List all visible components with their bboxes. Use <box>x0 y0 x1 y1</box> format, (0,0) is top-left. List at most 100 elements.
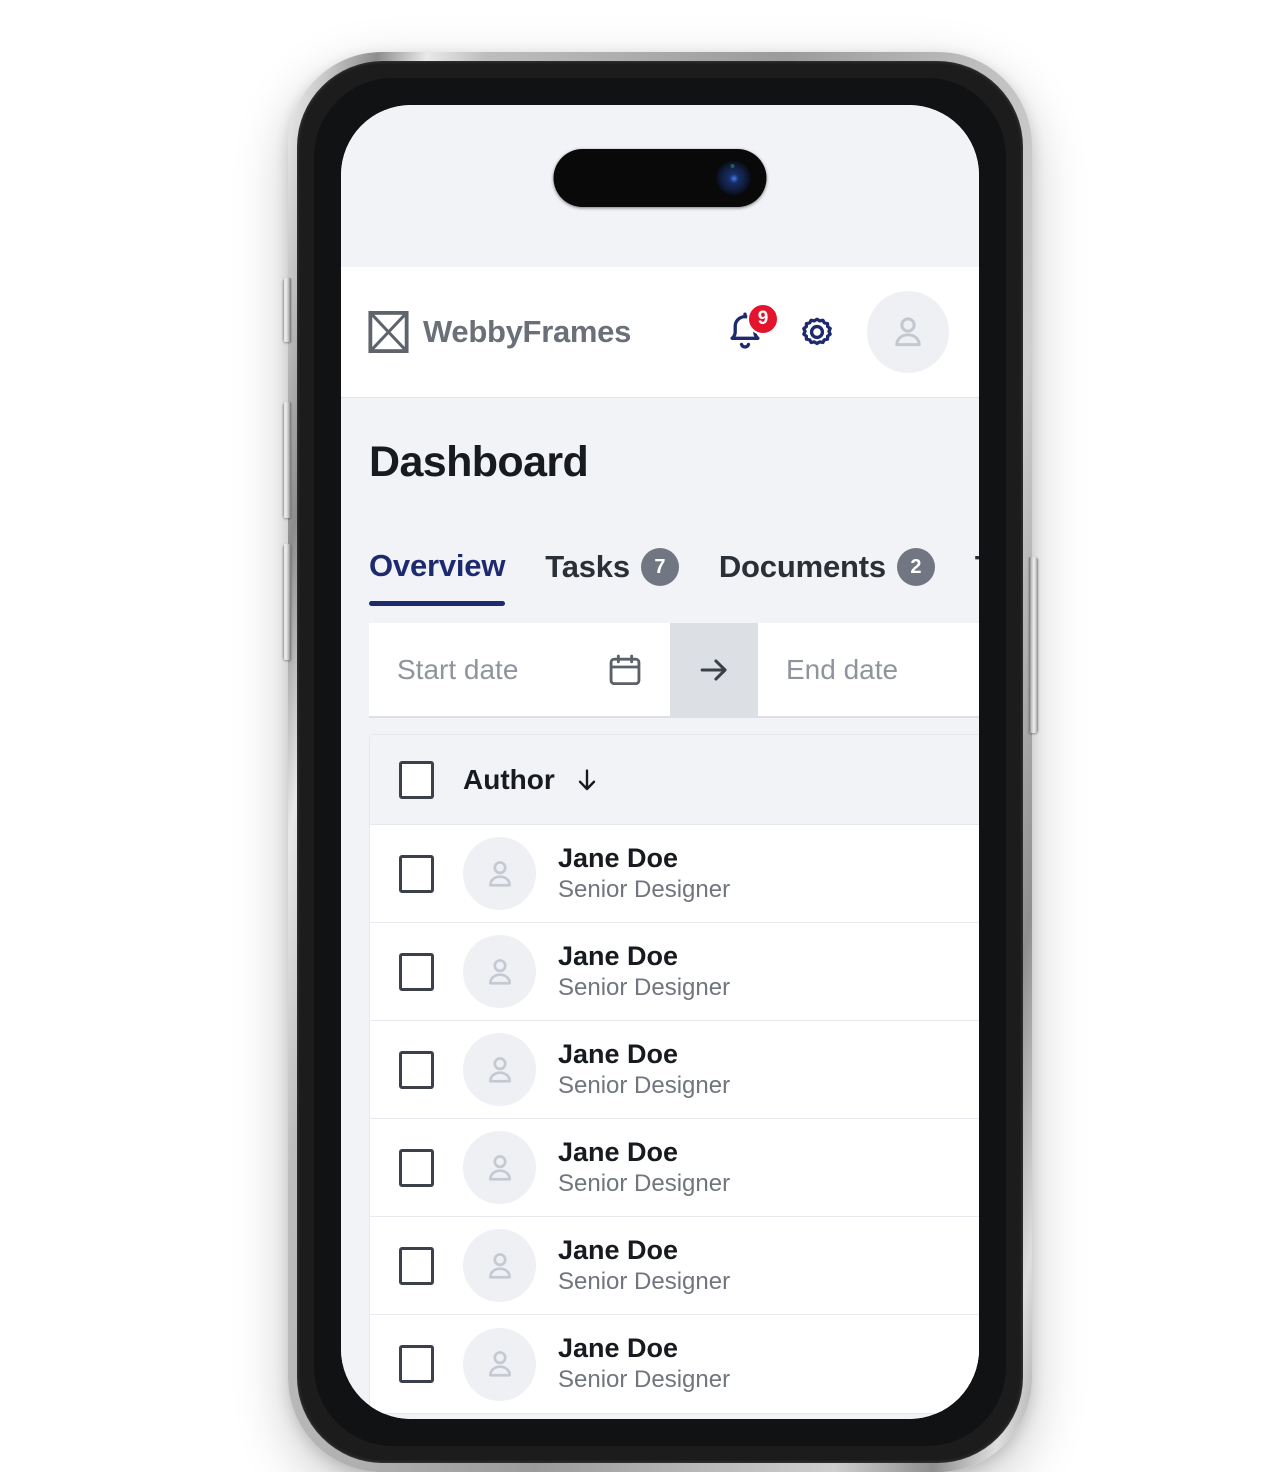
row-role: Senior Designer <box>558 973 731 1001</box>
arrow-down-icon[interactable] <box>572 765 602 795</box>
end-date-placeholder: End date <box>786 653 899 685</box>
row-checkbox[interactable] <box>399 854 434 893</box>
row-checkbox[interactable] <box>399 1246 434 1285</box>
brand-name: WebbyFrames <box>423 314 632 349</box>
settings-button[interactable] <box>795 310 839 354</box>
notifications-button[interactable]: 9 <box>723 303 779 354</box>
power-button[interactable] <box>1029 557 1038 733</box>
row-checkbox[interactable] <box>399 952 434 991</box>
row-avatar <box>463 1229 536 1302</box>
row-avatar <box>463 837 536 910</box>
table-row[interactable]: Jane Doe Senior Designer <box>370 1217 979 1315</box>
date-range-separator <box>670 623 758 716</box>
row-select-cell[interactable] <box>370 952 463 991</box>
row-role: Senior Designer <box>558 1366 731 1394</box>
start-date-placeholder: Start date <box>397 653 519 685</box>
row-name: Jane Doe <box>558 842 679 873</box>
start-date-field[interactable]: Start date <box>369 623 670 716</box>
row-role: Senior Designer <box>558 875 731 903</box>
tab-documents[interactable]: Documents 2 <box>719 548 957 608</box>
user-avatar-icon <box>488 860 511 887</box>
brand[interactable]: WebbyFrames <box>367 311 631 353</box>
row-select-cell[interactable] <box>370 1148 463 1187</box>
row-name: Jane Doe <box>558 1333 679 1364</box>
select-all-checkbox[interactable] <box>399 760 434 799</box>
row-checkbox[interactable] <box>399 1148 434 1187</box>
framed-x-logo-icon <box>368 311 409 353</box>
volume-up-button[interactable] <box>283 402 291 518</box>
row-select-cell[interactable] <box>370 1050 463 1089</box>
row-role: Senior Designer <box>558 1267 731 1295</box>
row-checkbox[interactable] <box>399 1050 434 1089</box>
phone-device: WebbyFrames 9 Dashboard Overview Tasks 7… <box>283 52 1038 1472</box>
gear-icon <box>802 317 832 346</box>
row-text: Jane Doe Senior Designer <box>558 941 730 1003</box>
phone-glass-edge: WebbyFrames 9 Dashboard Overview Tasks 7… <box>314 78 1006 1446</box>
row-text: Jane Doe Senior Designer <box>558 1137 730 1199</box>
table-row[interactable]: Jane Doe Senior Designer <box>370 1119 979 1217</box>
tab-bar: Overview Tasks 7 Documents 2 <box>369 548 979 608</box>
tab-badge: 7 <box>640 548 679 586</box>
tab-label: Overview <box>369 548 506 583</box>
tab-overview[interactable]: Overview <box>369 548 527 606</box>
authors-table: Author Jane Doe Senior Designer Jane Doe Se… <box>369 734 979 1414</box>
column-header-author[interactable]: Author <box>463 764 602 796</box>
avatar[interactable] <box>867 291 949 373</box>
user-avatar-icon <box>488 1056 511 1083</box>
app-viewport: WebbyFrames 9 Dashboard Overview Tasks 7… <box>341 105 979 1419</box>
silent-switch[interactable] <box>283 278 291 342</box>
phone-bezel: WebbyFrames 9 Dashboard Overview Tasks 7… <box>297 61 1023 1463</box>
page-title: Dashboard <box>369 438 589 486</box>
row-avatar <box>463 1033 536 1106</box>
table-row[interactable]: Jane Doe Senior Designer <box>370 923 979 1021</box>
tab-tasks[interactable]: Tasks 7 <box>545 548 701 608</box>
front-camera-icon <box>716 161 751 195</box>
tab-label: Team <box>975 549 979 585</box>
row-select-cell[interactable] <box>370 1246 463 1285</box>
phone-screen: WebbyFrames 9 Dashboard Overview Tasks 7… <box>341 105 979 1419</box>
dynamic-island <box>553 149 767 207</box>
row-text: Jane Doe Senior Designer <box>558 1235 730 1297</box>
row-checkbox[interactable] <box>399 1345 434 1383</box>
row-role: Senior Designer <box>558 1071 731 1099</box>
table-row[interactable]: Jane Doe Senior Designer <box>370 1315 979 1413</box>
app-header: WebbyFrames 9 <box>341 267 979 398</box>
row-select-cell[interactable] <box>370 854 463 893</box>
active-tab-underline <box>369 601 506 606</box>
row-select-cell[interactable] <box>370 1345 463 1383</box>
notification-badge: 9 <box>747 303 779 335</box>
arrow-right-icon <box>700 658 727 681</box>
row-name: Jane Doe <box>558 1136 679 1167</box>
row-role: Senior Designer <box>558 1169 731 1197</box>
tab-team[interactable]: Team 99+ <box>975 548 979 608</box>
header-actions: 9 <box>723 291 949 373</box>
volume-down-button[interactable] <box>283 544 291 660</box>
row-text: Jane Doe Senior Designer <box>558 1333 730 1395</box>
tab-label: Documents <box>718 549 886 584</box>
calendar-icon[interactable] <box>606 651 644 689</box>
column-header-label: Author <box>463 763 555 795</box>
user-avatar-icon <box>488 1351 511 1377</box>
tab-label: Tasks <box>545 549 630 584</box>
user-avatar-icon <box>488 1154 511 1181</box>
table-header-row: Author <box>370 735 979 825</box>
tab-badge: 2 <box>896 548 935 586</box>
table-body: Jane Doe Senior Designer Jane Doe Senior De… <box>370 825 979 1413</box>
row-avatar <box>463 1327 536 1401</box>
end-date-field[interactable]: End date <box>758 623 979 716</box>
screenshot-scene: WebbyFrames 9 Dashboard Overview Tasks 7… <box>0 0 1280 1472</box>
row-avatar <box>463 935 536 1008</box>
row-name: Jane Doe <box>558 940 679 971</box>
user-avatar-icon <box>488 1252 511 1279</box>
row-name: Jane Doe <box>558 1234 679 1265</box>
select-all-cell[interactable] <box>370 760 463 799</box>
date-range-picker: Start date End date <box>369 623 979 718</box>
row-name: Jane Doe <box>558 1038 679 1069</box>
row-text: Jane Doe Senior Designer <box>558 1039 730 1101</box>
table-row[interactable]: Jane Doe Senior Designer <box>370 825 979 923</box>
row-text: Jane Doe Senior Designer <box>558 843 730 905</box>
user-avatar-icon <box>488 958 511 985</box>
table-row[interactable]: Jane Doe Senior Designer <box>370 1021 979 1119</box>
row-avatar <box>463 1131 536 1204</box>
user-avatar-icon <box>895 317 921 347</box>
